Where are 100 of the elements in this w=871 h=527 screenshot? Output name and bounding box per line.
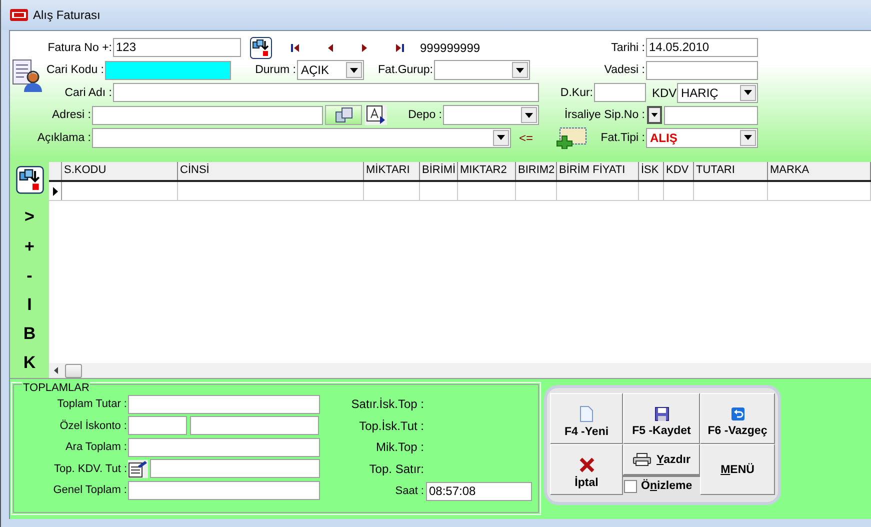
column-header[interactable]: TUTARI (694, 162, 768, 180)
tool-button[interactable]: K (18, 348, 42, 378)
customer-card-icon[interactable] (12, 58, 42, 94)
field-label: Depo : (407, 109, 443, 122)
column-header[interactable]: S.KODU (62, 162, 178, 180)
field-label: İrsaliye Sip.No : (563, 109, 646, 122)
scroll-left-icon (54, 367, 58, 374)
previous-icon (326, 42, 334, 53)
dropdown-arrow-icon (516, 68, 524, 73)
field-label: Tarihi : (610, 42, 646, 54)
summary-label: Top.İsk.Tut : (359, 418, 425, 434)
dropdown-button[interactable] (647, 106, 662, 124)
customer-name-field[interactable] (113, 83, 539, 102)
dropdown-arrow-icon (651, 113, 658, 118)
total-field[interactable] (128, 480, 320, 500)
printer-icon (632, 453, 651, 466)
next-icon (360, 42, 368, 53)
field-label: Fat.Gurup: (377, 64, 434, 76)
last-record-icon (394, 42, 404, 53)
field-label: Vadesi : (603, 64, 646, 76)
dropdown-arrow-icon (744, 90, 752, 96)
tool-button[interactable]: - (18, 261, 42, 290)
column-header[interactable]: CİNSİ (178, 162, 364, 180)
field-label: Top. KDV. Tut : (53, 462, 128, 474)
column-header[interactable]: MIKTAR2 (458, 162, 516, 180)
column-header[interactable]: BİRİM FİYATI (557, 162, 639, 180)
current-row-icon (52, 186, 58, 196)
field-label: Fatura No +: (46, 42, 113, 54)
column-header[interactable]: MARKA (768, 162, 871, 180)
discount-amount-field[interactable] (190, 416, 319, 435)
documents-icon (334, 107, 352, 124)
field-label: Toplam Tutar : (56, 398, 128, 410)
transfer-icon[interactable] (16, 166, 44, 194)
summary-label: Mik.Top : (376, 439, 425, 456)
add-card-icon[interactable] (555, 126, 587, 149)
field-label: Genel Toplam : (52, 484, 128, 496)
tool-button[interactable]: B (18, 320, 42, 349)
column-header[interactable]: KDV (664, 162, 694, 180)
column-header[interactable]: MİKTARI (364, 162, 420, 180)
print-button[interactable]: Yazdır (623, 444, 700, 475)
dropdown-arrow-icon (350, 68, 358, 73)
app-logo-icon (10, 9, 28, 21)
record-number: 999999999 (420, 40, 480, 55)
invoice-number-field[interactable]: 123 (113, 38, 241, 58)
text-format-icon[interactable] (365, 105, 387, 126)
dropdown-arrow-icon (497, 135, 505, 140)
field-label: Özel İskonto : (58, 420, 128, 432)
field-label: Fat.Tipi : (600, 132, 646, 144)
preview-checkbox[interactable]: Önizleme (623, 475, 700, 495)
cancel-button[interactable]: İptal (550, 444, 623, 495)
field-label: KDV (652, 86, 677, 100)
address-button[interactable] (325, 105, 362, 126)
summary-label: Satır.İsk.Top : (351, 396, 425, 413)
column-header[interactable]: İSK (639, 162, 664, 180)
due-date-field[interactable] (646, 60, 758, 80)
total-field[interactable] (128, 394, 320, 414)
field-label: Açıklama : (36, 132, 92, 144)
transfer-icon[interactable] (250, 36, 272, 59)
field-label: Ara Toplam : (64, 441, 128, 453)
undo-button[interactable]: F6 -Vazgeç (700, 393, 775, 444)
document-icon (580, 406, 593, 422)
arrow-label: <= (519, 130, 534, 145)
close-icon (578, 456, 594, 472)
invoice-group-select[interactable] (434, 60, 530, 80)
column-header[interactable]: BIRIM2 (516, 162, 557, 180)
address-field[interactable] (92, 106, 323, 125)
dropdown-arrow-icon (744, 135, 752, 140)
field-label: Saat : (395, 485, 425, 497)
customer-code-field[interactable] (105, 60, 231, 80)
total-field[interactable] (150, 459, 320, 478)
discount-rate-field[interactable] (128, 416, 187, 435)
tool-button[interactable]: + (18, 232, 42, 262)
invoice-type-select[interactable]: ALIŞ (646, 128, 758, 148)
field-label: D.Kur: (559, 86, 594, 99)
first-record-icon (290, 42, 300, 53)
field-label: Durum : (254, 64, 297, 76)
scroll-thumb[interactable] (65, 364, 82, 378)
time-field[interactable]: 08:57:08 (426, 482, 532, 500)
save-button[interactable]: F5 -Kaydet (623, 393, 700, 444)
total-field[interactable] (128, 438, 320, 456)
window-title: Alış Faturası (33, 8, 100, 22)
form-edit-icon[interactable] (128, 460, 148, 478)
horizontal-scrollbar[interactable] (49, 363, 871, 378)
menu-button[interactable]: MENÜ (700, 444, 775, 495)
field-label: Adresi : (51, 109, 92, 122)
warehouse-select[interactable] (443, 105, 539, 126)
dropdown-arrow-icon (525, 112, 533, 118)
new-button[interactable]: F4 -Yeni (550, 393, 623, 444)
totals-title: TOPLAMLAR (22, 382, 90, 394)
summary-label: Top. Satır: (369, 460, 425, 478)
undo-icon (730, 406, 744, 420)
waybill-order-field[interactable] (664, 106, 758, 125)
exchange-rate-field[interactable] (594, 83, 646, 102)
date-field[interactable]: 14.05.2010 (646, 38, 758, 58)
vat-select[interactable]: HARIÇ (677, 82, 758, 103)
tool-button[interactable]: > (18, 202, 42, 232)
status-select[interactable]: AÇIK (297, 60, 364, 80)
tool-button[interactable]: I (18, 290, 42, 320)
column-header[interactable]: BİRİMİ (420, 162, 458, 180)
field-label: Cari Adı : (64, 86, 113, 99)
